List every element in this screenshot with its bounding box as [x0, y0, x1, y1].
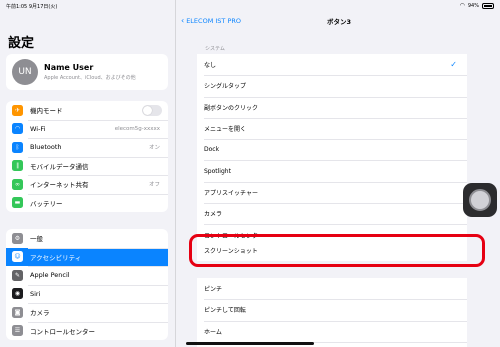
gesture-actions-list: ピンチピンチして回転ホームメニューを移動: [197, 278, 467, 347]
sidebar-item-label: インターネット共有: [30, 181, 89, 190]
control-center-icon: ☰: [12, 325, 23, 337]
list-item-label: ピンチ: [204, 286, 223, 294]
sidebar-item-label: 一般: [30, 235, 43, 244]
sidebar-item-bluetooth[interactable]: ᛒ Bluetooth オン: [6, 138, 168, 157]
sidebar-item-pencil[interactable]: ✎ Apple Pencil: [6, 266, 168, 285]
page-title: ボタン3: [327, 18, 352, 26]
status-indicators: ◠ 94%: [460, 2, 494, 9]
list-item-label: アプリスイッチャー: [204, 189, 258, 197]
settings-sidebar: 午前1:05 9月17日(火) 設定 UN Name User Apple Ac…: [0, 0, 176, 347]
bluetooth-icon: ᛒ: [12, 141, 23, 153]
sidebar-item-value: elecom5g-xxxxx: [114, 125, 160, 132]
camera-icon: ◙: [12, 306, 23, 318]
system-group: ⚙ 一般 ☺ アクセシビリティ ✎ Apple Pencil ◉ Siri ◙ カメラ ☰ コントロー…: [6, 229, 168, 340]
avatar: UN: [12, 59, 38, 85]
wifi-icon: ◠: [12, 123, 23, 135]
sidebar-item-hotspot[interactable]: ∞ インターネット共有 オフ: [6, 175, 168, 194]
airplane-icon: ✈: [12, 104, 23, 116]
sidebar-item-camera[interactable]: ◙ カメラ: [6, 303, 168, 322]
sidebar-item-label: モバイルデータ通信: [30, 162, 89, 171]
back-button[interactable]: ‹ ELECOM IST PRO: [181, 16, 241, 25]
back-label: ELECOM IST PRO: [186, 16, 241, 25]
list-item[interactable]: なし ✓: [197, 54, 467, 75]
sidebar-item-battery[interactable]: ▬ バッテリー: [6, 193, 168, 213]
sidebar-item-wifi[interactable]: ◠ Wi-Fi elecom5g-xxxxx: [6, 119, 168, 139]
sidebar-item-value: オン: [148, 145, 160, 152]
sidebar-item-label: バッテリー: [30, 199, 63, 208]
status-time: 午前1:05: [6, 4, 28, 10]
list-item-label: シングルタップ: [204, 83, 247, 91]
detail-pane: ‹ ELECOM IST PRO ボタン3 システム なし ✓ シングルタップ副ボタ…: [177, 0, 500, 347]
sidebar-item-label: カメラ: [30, 309, 50, 318]
profile-subtitle: Apple Account、iCloud、およびその他: [44, 75, 136, 81]
sidebar-item-accessibility[interactable]: ☺ アクセシビリティ: [6, 247, 168, 266]
system-actions-list: なし ✓ シングルタップ副ボタンのクリック メニューを開く Dock Spotlight ア…: [197, 54, 467, 246]
cellular-icon: ∥: [12, 160, 23, 172]
sidebar-item-airplane[interactable]: ✈ 機内モード: [6, 101, 168, 120]
checkmark-icon: ✓: [450, 60, 457, 70]
list-item[interactable]: Spotlight: [197, 160, 467, 181]
list-item-label: ピンチして回転: [204, 307, 246, 315]
battery-icon: ▬: [12, 197, 23, 209]
list-item-label: Dock: [204, 146, 220, 154]
assistive-touch-button[interactable]: [463, 183, 497, 217]
sidebar-item-control-center[interactable]: ☰ コントロールセンター: [6, 321, 168, 341]
list-item-label: 副ボタンのクリック: [204, 104, 259, 112]
airplane-mode-toggle[interactable]: [142, 104, 162, 116]
sidebar-item-gear[interactable]: ⚙ 一般: [6, 229, 168, 248]
accessibility-icon: ☺: [12, 251, 23, 263]
list-item[interactable]: カメラ: [197, 203, 467, 224]
sidebar-item-label: 機内モード: [30, 107, 63, 116]
battery-percent: 94%: [467, 2, 479, 9]
list-item[interactable]: メニューを開く: [197, 117, 467, 139]
chevron-left-icon: ‹: [181, 16, 185, 25]
list-item-label: なし: [204, 62, 217, 70]
list-item-label: ホーム: [204, 328, 222, 336]
battery-status-icon: [482, 2, 494, 9]
section-label-system: システム: [205, 46, 225, 52]
pencil-icon: ✎: [12, 269, 23, 281]
screenshot-highlight-box: [189, 234, 485, 267]
list-item[interactable]: ピンチ: [197, 278, 467, 299]
sidebar-item-value: オフ: [148, 182, 160, 189]
home-indicator[interactable]: [186, 342, 314, 345]
sidebar-title: 設定: [8, 36, 35, 51]
sidebar-item-label: Bluetooth: [30, 143, 62, 152]
profile-name: Name User: [44, 63, 94, 72]
profile-card[interactable]: UN Name User Apple Account、iCloud、およびその他: [6, 54, 168, 90]
connectivity-group: ✈ 機内モード ◠ Wi-Fi elecom5g-xxxxx ᛒ Bluetooth オン ∥ モ…: [6, 101, 168, 212]
sidebar-item-label: Wi-Fi: [30, 124, 46, 133]
sidebar-item-label: Siri: [30, 289, 41, 298]
gear-icon: ⚙: [12, 232, 23, 244]
list-item-label: メニューを開く: [204, 126, 247, 134]
siri-icon: ◉: [12, 288, 23, 300]
sidebar-item-label: Apple Pencil: [30, 271, 70, 280]
list-item-label: Spotlight: [204, 167, 231, 175]
status-clock: 午前1:05 9月17日(火): [6, 3, 57, 10]
sidebar-item-label: アクセシビリティ: [30, 253, 82, 262]
hotspot-icon: ∞: [12, 178, 23, 190]
list-item[interactable]: ピンチして回転: [197, 299, 467, 320]
list-item[interactable]: アプリスイッチャー: [197, 181, 467, 203]
sidebar-item-siri[interactable]: ◉ Siri: [6, 284, 168, 304]
list-item[interactable]: 副ボタンのクリック: [197, 96, 467, 118]
sidebar-item-label: コントロールセンター: [30, 327, 95, 336]
list-item[interactable]: シングルタップ: [197, 75, 467, 96]
list-item[interactable]: Dock: [197, 139, 467, 160]
wifi-status-icon: ◠: [459, 2, 465, 9]
list-item[interactable]: ホーム: [197, 320, 467, 342]
sidebar-item-cellular[interactable]: ∥ モバイルデータ通信: [6, 156, 168, 176]
list-item-label: カメラ: [204, 211, 223, 219]
status-date: 9月17日(火): [28, 4, 58, 10]
